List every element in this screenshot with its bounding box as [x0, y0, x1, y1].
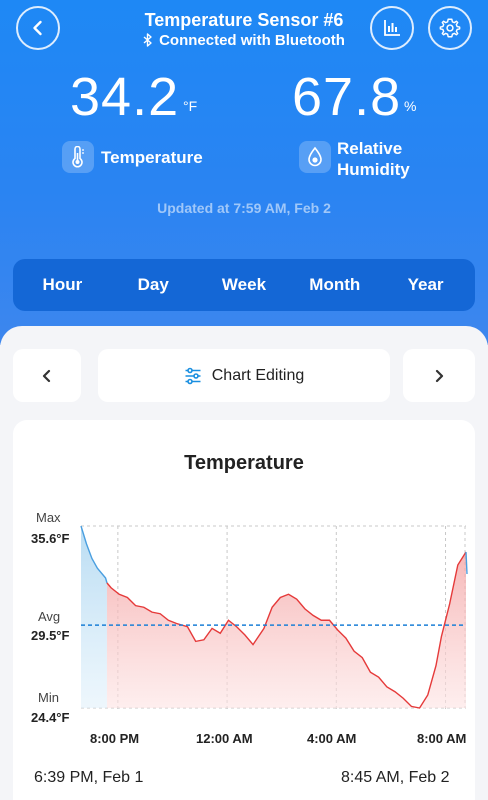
series-line-tail [465, 551, 468, 575]
area-fill-cold [81, 526, 107, 708]
area-fill-warm [106, 552, 466, 708]
temperature-chart[interactable] [0, 0, 488, 800]
